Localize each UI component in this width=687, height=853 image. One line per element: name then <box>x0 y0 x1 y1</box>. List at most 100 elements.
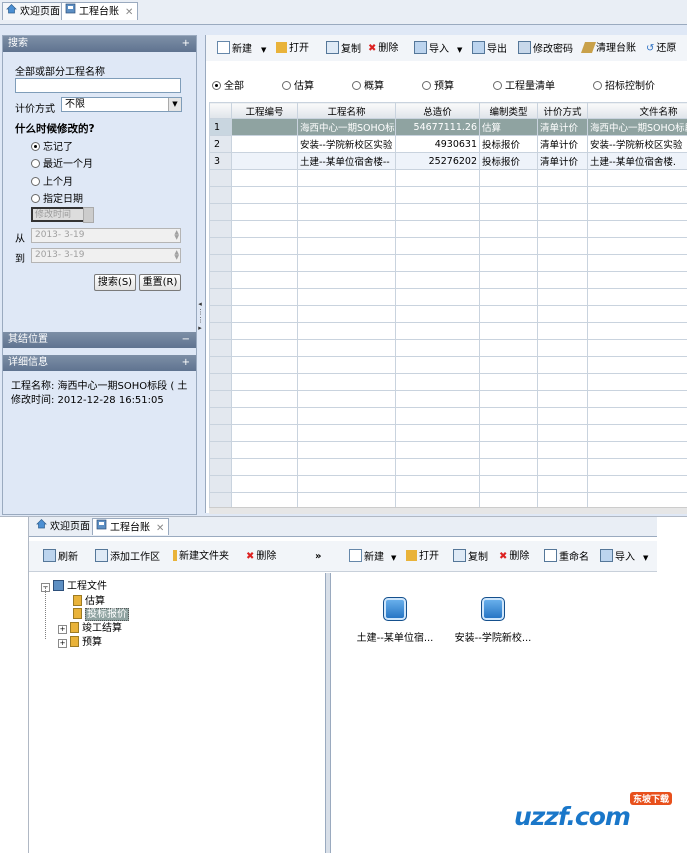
filter-budget[interactable]: 预算 <box>422 77 454 92</box>
table-cell[interactable]: 投标报价 <box>479 135 538 153</box>
table-cell[interactable]: 4930631 <box>395 135 480 153</box>
table-cell[interactable]: 清单计价 <box>537 152 588 170</box>
table-cell[interactable]: 安装--学院新校区实验 <box>587 135 687 153</box>
table-cell[interactable]: 安装--学院新校区实验 <box>297 135 396 153</box>
empty-cell <box>537 186 588 204</box>
from-date-input[interactable]: 2013- 3-19 ▲ ▼ <box>31 228 181 243</box>
chevron-down-icon[interactable]: ▼ <box>457 46 462 54</box>
empty-cell <box>297 237 396 255</box>
filter-budget-estimate[interactable]: 概算 <box>352 77 384 92</box>
radio-last-month-range[interactable]: 最近一个月 <box>31 155 93 170</box>
reset-button[interactable]: 重置(R) <box>139 274 181 291</box>
empty-cell <box>297 339 396 357</box>
more-button[interactable]: » <box>315 549 321 565</box>
column-header[interactable]: 计价方式 <box>537 102 588 119</box>
column-header[interactable]: 工程名称 <box>297 102 396 119</box>
table-cell[interactable]: 海西中心一期SOHO标段 <box>587 118 687 136</box>
new-folder-button[interactable]: 新建文件夹 <box>173 549 229 565</box>
table-row[interactable]: 1 海西中心一期SOHO标段 54677111.26 估算 清单计价 海西中心一… <box>209 118 687 136</box>
filter-bid-control-price[interactable]: 招标控制价 <box>593 77 655 92</box>
project-name-input[interactable] <box>15 78 181 93</box>
table-cell[interactable] <box>231 135 298 153</box>
chevron-down-icon[interactable]: ▼ <box>261 46 266 54</box>
splitter-handle[interactable]: ◂ ⋮ ⋮ ▸ <box>197 300 204 360</box>
table-row[interactable]: 2 安装--学院新校区实验 4930631 投标报价 清单计价 安装--学院新校… <box>209 135 687 153</box>
delete-button[interactable]: ✖ 删除 <box>246 549 276 565</box>
tab-welcome[interactable]: 欢迎页面 <box>2 2 65 20</box>
pricing-select[interactable]: 不限 ▼ <box>61 97 182 112</box>
copy-button[interactable]: 复制 <box>453 549 488 565</box>
estimate-panel-header[interactable]: 其结位置 − <box>3 332 196 348</box>
spinner-icon[interactable]: ▲ ▼ <box>174 250 179 261</box>
add-workspace-button[interactable]: 添加工作区 <box>95 549 160 565</box>
detail-panel-header[interactable]: 详细信息 + <box>3 355 196 371</box>
export-button[interactable]: 导出 <box>472 41 507 57</box>
tab-ledger[interactable]: 工程台账 ✕ <box>92 518 170 535</box>
open-button[interactable]: 打开 <box>276 41 309 57</box>
empty-cell <box>537 203 588 221</box>
clean-ledger-button[interactable]: 清理台账 <box>580 41 636 57</box>
tree-item-completion-settlement[interactable]: + 竣工结算 <box>58 619 122 634</box>
delete-button[interactable]: ✖ 删除 <box>368 41 398 57</box>
tab-welcome[interactable]: 欢迎页面 <box>33 518 94 534</box>
import-button[interactable]: 导入 ▼ <box>414 41 462 57</box>
search-panel-header[interactable]: 搜索 + <box>3 36 196 52</box>
table-cell[interactable]: 清单计价 <box>537 135 588 153</box>
empty-cell <box>537 373 588 391</box>
watermark-text: uzzf.com <box>514 802 631 831</box>
refresh-button[interactable]: 刷新 <box>43 549 78 565</box>
import-button[interactable]: 导入 ▼ <box>600 549 648 565</box>
column-header[interactable]: 编制类型 <box>479 102 538 119</box>
close-icon[interactable]: ✕ <box>156 523 164 534</box>
filter-bill-of-quantities[interactable]: 工程量清单 <box>493 77 555 92</box>
new-button[interactable]: 新建 ▼ <box>349 549 396 565</box>
radio-specific-date[interactable]: 指定日期 <box>31 190 83 205</box>
tree-root[interactable]: − 工程文件 <box>41 577 107 592</box>
tab-ledger[interactable]: 工程台账 ✕ <box>61 2 139 20</box>
table-row[interactable]: 3 土建--某单位宿舍楼-- 25276202 投标报价 清单计价 土建--某单… <box>209 152 687 170</box>
column-header[interactable]: 文件名称 <box>587 102 687 119</box>
radio-forgot[interactable]: 忘记了 <box>31 138 73 153</box>
modify-time-select[interactable]: 修改时间 <box>31 207 89 222</box>
table-cell[interactable]: 54677111.26 <box>395 118 480 136</box>
to-date-input[interactable]: 2013- 3-19 ▲ ▼ <box>31 248 181 263</box>
column-header[interactable]: 工程编号 <box>231 102 298 119</box>
filter-all[interactable]: 全部 <box>212 77 244 92</box>
rename-button[interactable]: 重命名 <box>544 549 589 565</box>
expand-icon[interactable]: + <box>58 639 67 648</box>
expand-icon[interactable]: + <box>182 36 190 52</box>
tree-item-budget[interactable]: + 预算 <box>58 633 102 648</box>
table-cell[interactable]: 海西中心一期SOHO标段 <box>297 118 396 136</box>
change-password-button[interactable]: 修改密码 <box>518 41 573 57</box>
collapse-icon[interactable]: − <box>182 332 190 348</box>
file-item[interactable]: 土建--某单位宿... <box>350 597 440 644</box>
spinner-icon[interactable]: ▲ ▼ <box>174 230 179 241</box>
table-cell[interactable]: 清单计价 <box>537 118 588 136</box>
radio-previous-month[interactable]: 上个月 <box>31 173 73 188</box>
table-cell[interactable]: 土建--某单位宿舍楼. <box>587 152 687 170</box>
filter-estimate[interactable]: 估算 <box>282 77 314 92</box>
table-cell[interactable]: 投标报价 <box>479 152 538 170</box>
search-button[interactable]: 搜索(S) <box>94 274 136 291</box>
copy-button[interactable]: 复制 <box>326 41 361 57</box>
table-cell[interactable]: 土建--某单位宿舍楼-- <box>297 152 396 170</box>
delete-file-button[interactable]: ✖ 删除 <box>499 549 529 565</box>
expand-icon[interactable]: + <box>182 355 190 371</box>
chevron-down-icon[interactable]: ▼ <box>643 554 648 562</box>
close-icon[interactable]: ✕ <box>125 7 133 18</box>
horizontal-scrollbar[interactable] <box>209 507 687 514</box>
file-item[interactable]: 安装--学院新校... <box>448 597 538 644</box>
import-icon <box>414 41 427 54</box>
table-cell[interactable] <box>231 152 298 170</box>
column-header[interactable]: 总造价 <box>395 102 480 119</box>
table-cell[interactable]: 估算 <box>479 118 538 136</box>
chevron-down-icon[interactable]: ▼ <box>168 98 181 111</box>
chevron-down-icon[interactable]: ▼ <box>391 554 396 562</box>
new-button[interactable]: 新建 ▼ <box>217 41 266 57</box>
open-button[interactable]: 打开 <box>406 549 439 565</box>
restore-button[interactable]: ↺ 还原 <box>646 41 676 57</box>
tree-item-bid-quotation[interactable]: 投标报价 <box>73 605 129 621</box>
table-cell[interactable] <box>231 118 298 136</box>
table-cell[interactable]: 25276202 <box>395 152 480 170</box>
modify-time-dropdown-icon[interactable] <box>83 207 94 223</box>
